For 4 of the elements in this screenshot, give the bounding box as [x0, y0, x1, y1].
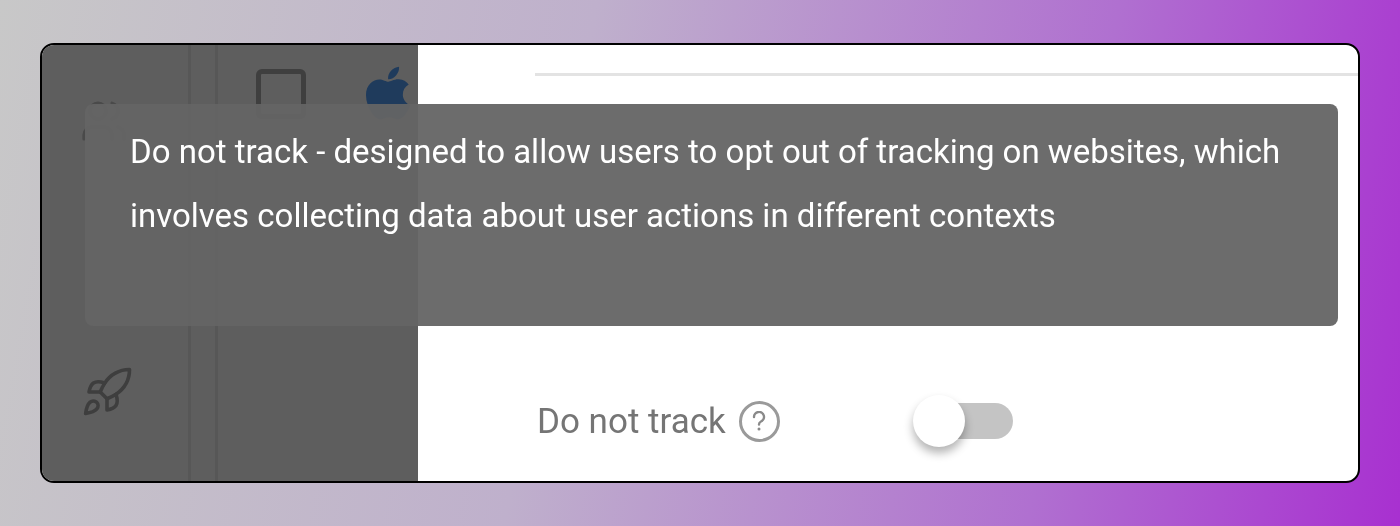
- toggle-switch[interactable]: [912, 394, 1013, 448]
- tooltip: Do not track - designed to allow users to opt out of tracking on websites, which involves collecting data about user actions in different contexts: [85, 104, 1338, 326]
- setting-label: Do not track: [537, 403, 726, 439]
- help-icon[interactable]: [738, 400, 780, 442]
